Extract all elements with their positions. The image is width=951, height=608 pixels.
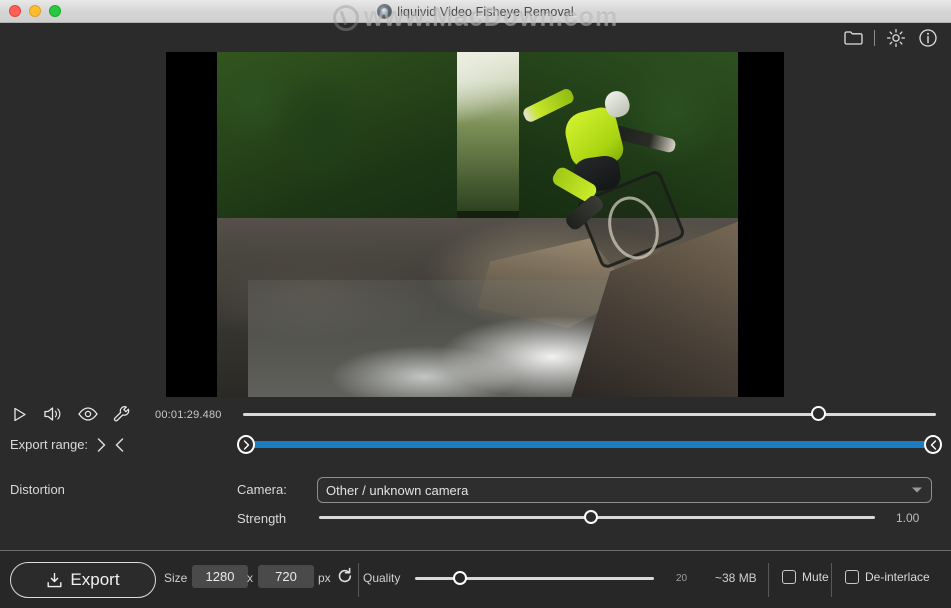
mute-checkbox[interactable]: Mute bbox=[782, 570, 829, 584]
estimated-file-size: ~38 MB bbox=[715, 571, 757, 585]
toolbar-divider bbox=[874, 30, 875, 46]
strength-value: 1.00 bbox=[896, 511, 920, 525]
reset-icon[interactable] bbox=[336, 567, 354, 585]
bottom-divider bbox=[831, 563, 832, 597]
deinterlace-checkbox-box bbox=[845, 570, 859, 584]
strength-slider[interactable] bbox=[319, 510, 875, 524]
timecode-display: 00:01:29.480 bbox=[155, 409, 222, 421]
strength-label: Strength bbox=[237, 511, 287, 526]
folder-icon[interactable] bbox=[842, 27, 864, 49]
mute-checkbox-box bbox=[782, 570, 796, 584]
mute-label: Mute bbox=[802, 570, 829, 584]
quality-label: Quality bbox=[363, 571, 401, 585]
gear-icon[interactable] bbox=[885, 27, 907, 49]
distortion-section-label: Distortion bbox=[10, 482, 65, 497]
speaker-icon[interactable] bbox=[44, 404, 64, 424]
quality-slider-knob[interactable] bbox=[453, 571, 468, 585]
chevron-right-icon[interactable] bbox=[97, 437, 106, 452]
export-range-start-handle[interactable] bbox=[237, 435, 255, 454]
chevron-down-icon bbox=[911, 486, 923, 494]
export-range-label: Export range: bbox=[10, 437, 89, 452]
play-icon[interactable] bbox=[10, 404, 30, 424]
size-separator-label: x bbox=[247, 571, 253, 585]
seek-slider[interactable] bbox=[243, 406, 936, 421]
camera-select[interactable]: Other / unknown camera bbox=[317, 477, 932, 503]
bottom-bar: Export Size x px Quality 20 ~38 MB Mute … bbox=[0, 550, 951, 608]
size-label: Size bbox=[164, 571, 188, 585]
video-preview-stage[interactable] bbox=[166, 52, 784, 397]
video-rider bbox=[504, 76, 692, 290]
top-toolbar bbox=[842, 27, 939, 49]
height-input[interactable] bbox=[258, 565, 314, 588]
width-input[interactable] bbox=[192, 565, 248, 588]
zoom-button[interactable] bbox=[49, 5, 61, 17]
deinterlace-label: De-interlace bbox=[865, 570, 930, 584]
export-range-end-handle[interactable] bbox=[924, 435, 942, 454]
px-unit-label: px bbox=[318, 571, 331, 585]
video-arm-left bbox=[521, 86, 576, 124]
quality-slider[interactable] bbox=[415, 571, 654, 585]
close-button[interactable] bbox=[9, 5, 21, 17]
seek-slider-knob[interactable] bbox=[810, 406, 826, 421]
export-button-label: Export bbox=[70, 570, 120, 589]
video-frame bbox=[217, 52, 738, 397]
minimize-button[interactable] bbox=[29, 5, 41, 17]
download-icon bbox=[46, 572, 63, 589]
eye-icon[interactable] bbox=[78, 404, 98, 424]
strength-slider-knob[interactable] bbox=[584, 510, 599, 524]
info-icon[interactable] bbox=[917, 27, 939, 49]
window-titlebar bbox=[0, 0, 951, 23]
export-button[interactable]: Export bbox=[10, 562, 156, 598]
export-range-slider[interactable] bbox=[237, 435, 942, 454]
camera-select-value: Other / unknown camera bbox=[326, 482, 469, 498]
export-range-row: Export range: bbox=[10, 437, 124, 452]
transport-controls bbox=[10, 404, 132, 424]
bottom-divider bbox=[358, 563, 359, 597]
camera-label: Camera: bbox=[237, 482, 287, 497]
chevron-left-icon[interactable] bbox=[115, 437, 124, 452]
wrench-icon[interactable] bbox=[112, 404, 132, 424]
deinterlace-checkbox[interactable]: De-interlace bbox=[845, 570, 930, 584]
bottom-divider bbox=[768, 563, 769, 597]
traffic-light-buttons[interactable] bbox=[0, 5, 61, 17]
quality-value: 20 bbox=[676, 573, 688, 584]
